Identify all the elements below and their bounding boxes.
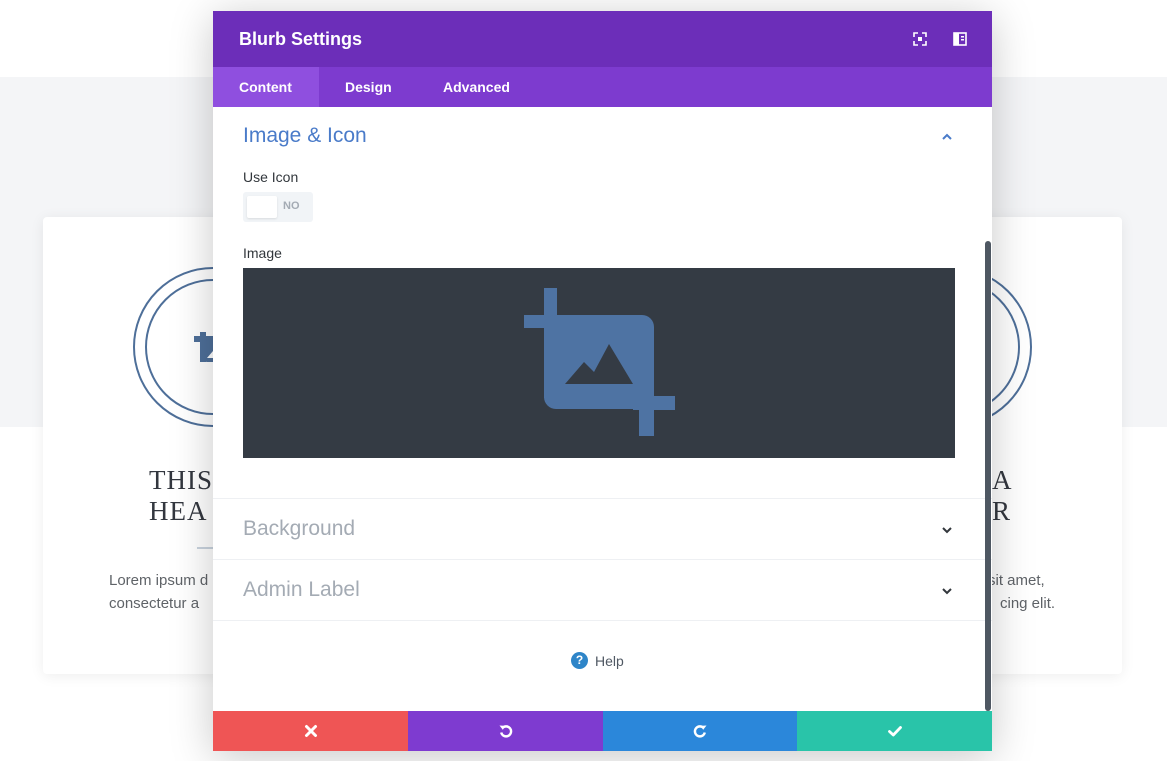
chevron-down-icon[interactable] [940, 523, 954, 537]
section-title-admin-label[interactable]: Admin Label [243, 578, 360, 602]
tab-design[interactable]: Design [319, 67, 418, 107]
image-label: Image [243, 245, 282, 261]
blurb-settings-modal: Blurb Settings Content Design Advanced I… [213, 11, 992, 751]
redo-button[interactable] [603, 711, 797, 751]
chevron-down-icon[interactable] [940, 584, 954, 598]
redo-icon [693, 725, 707, 738]
section-divider [213, 620, 992, 621]
blurb-heading: A R [992, 465, 1013, 526]
blurb-body-text: Lorem ipsum d consectetur a [109, 572, 209, 612]
blurb-body-text: sit amet, cing elit. [988, 572, 1056, 612]
use-icon-label: Use Icon [243, 169, 299, 185]
use-icon-toggle[interactable]: NO [243, 192, 313, 222]
section-title-image-icon[interactable]: Image & Icon [243, 124, 367, 148]
section-divider [213, 498, 992, 499]
chevron-up-icon[interactable] [940, 130, 954, 144]
help-label: Help [595, 653, 624, 669]
modal-footer [213, 711, 992, 751]
snap-to-side-icon [953, 32, 967, 46]
close-icon [304, 725, 317, 737]
scrollbar[interactable] [985, 241, 991, 711]
image-upload-icon [524, 288, 675, 436]
tab-content[interactable]: Content [213, 67, 319, 107]
save-button[interactable] [797, 711, 992, 751]
image-upload-area[interactable] [243, 268, 955, 458]
blurb-heading: THIS HEA [149, 465, 213, 526]
check-icon [887, 726, 902, 737]
undo-icon [499, 725, 512, 738]
cancel-button[interactable] [213, 711, 408, 751]
toggle-knob [247, 196, 277, 218]
expand-button[interactable] [910, 29, 930, 49]
help-icon: ? [571, 652, 588, 669]
tab-advanced[interactable]: Advanced [417, 67, 536, 107]
modal-body: Image & Icon Use Icon NO Image Backgroun… [213, 107, 992, 711]
expand-icon [913, 32, 927, 46]
section-title-background[interactable]: Background [243, 517, 355, 541]
settings-tabs: Content Design Advanced [213, 67, 992, 107]
undo-button[interactable] [408, 711, 603, 751]
modal-title: Blurb Settings [239, 29, 363, 49]
section-divider [213, 559, 992, 560]
modal-header: Blurb Settings [213, 11, 992, 67]
snap-to-side-button[interactable] [950, 29, 970, 49]
toggle-state: NO [283, 200, 300, 212]
